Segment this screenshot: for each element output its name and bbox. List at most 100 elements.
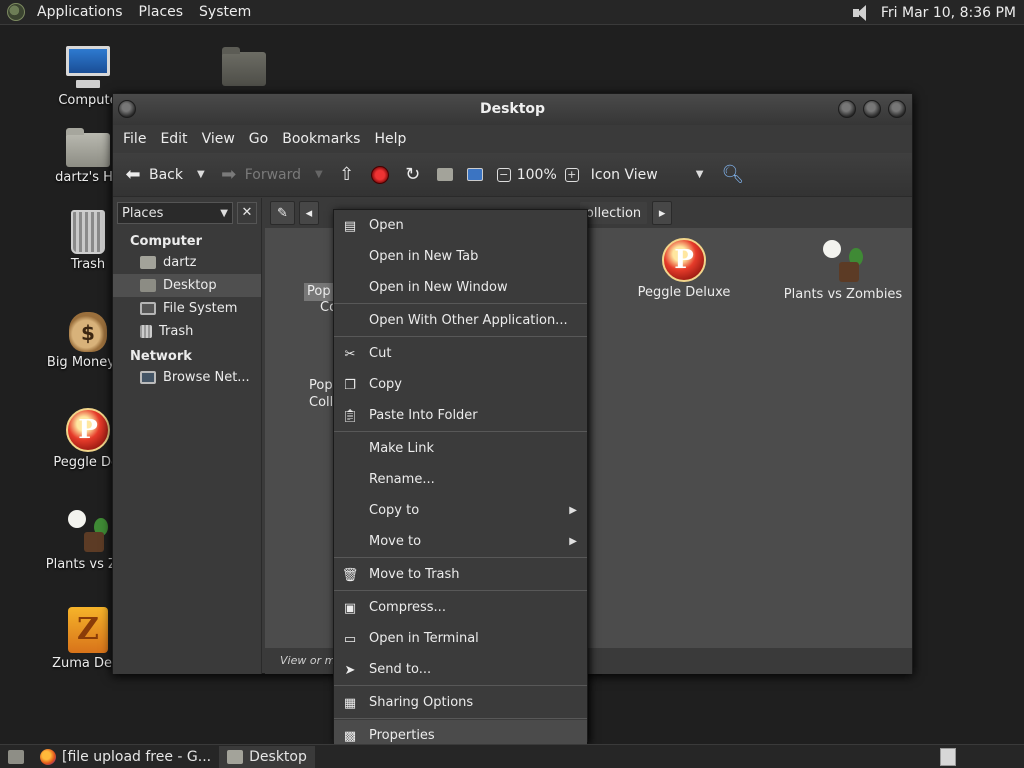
sidebar-item-trash[interactable]: Trash — [113, 320, 261, 343]
file-item-label: Peggle Deluxe — [637, 285, 731, 300]
menu-item-rename[interactable]: Rename... — [334, 464, 587, 495]
sidebar-item-dartz[interactable]: dartz — [113, 251, 261, 274]
sidebar-item-label: File System — [163, 301, 238, 316]
scissors-icon: ✂ — [344, 346, 356, 362]
menu-item-open[interactable]: ▤ Open — [334, 210, 587, 241]
stop-icon — [370, 165, 389, 184]
forward-label: Forward — [244, 166, 302, 183]
distro-logo-icon[interactable] — [7, 3, 25, 21]
menu-file[interactable]: File — [116, 131, 153, 147]
taskbar-item-firefox[interactable]: [file upload free - G... — [32, 746, 219, 768]
back-history-dropdown[interactable]: ▼ — [197, 169, 205, 180]
path-scroll-left-button[interactable]: ◂ — [298, 201, 319, 225]
file-item-peggle[interactable]: P Peggle Deluxe — [604, 238, 764, 300]
back-button[interactable]: ⬅ Back — [123, 165, 183, 184]
sidebar-item-desktop[interactable]: Desktop — [113, 274, 261, 297]
reload-button[interactable]: ↻ — [403, 165, 423, 184]
menu-system[interactable]: System — [191, 4, 259, 20]
view-mode-label: Icon View — [590, 166, 658, 183]
folder-icon — [227, 749, 244, 764]
show-desktop-icon — [8, 749, 24, 764]
volume-icon[interactable] — [851, 4, 873, 22]
sidebar-item-file-system[interactable]: File System — [113, 297, 261, 320]
taskbar-item-desktop[interactable]: Desktop — [219, 745, 315, 768]
menu-go[interactable]: Go — [242, 131, 275, 147]
menu-item-move-to[interactable]: Move to ▶ — [334, 526, 587, 557]
menu-item-send-to[interactable]: ➤ Send to... — [334, 654, 587, 685]
menu-item-move-to-trash[interactable]: 🗑︎ Move to Trash — [334, 559, 587, 590]
menu-help[interactable]: Help — [367, 131, 413, 147]
menu-separator — [334, 590, 587, 591]
zoom-out-icon: − — [496, 167, 511, 182]
submenu-arrow-icon: ▶ — [569, 505, 577, 516]
menu-item-open-with-other-application[interactable]: Open With Other Application... — [334, 305, 587, 336]
trash-applet-icon[interactable] — [940, 748, 956, 766]
file-label-partial[interactable]: Pop — [309, 378, 333, 394]
forward-button[interactable]: ➡ Forward — [219, 165, 302, 184]
menu-item-open-in-new-window[interactable]: Open in New Window — [334, 272, 587, 303]
menu-separator — [334, 557, 587, 558]
taskbar-item-label: [file upload free - G... — [62, 748, 212, 765]
menu-item-paste-into-folder[interactable]: 📋︎ Paste Into Folder — [334, 400, 587, 431]
network-icon — [140, 371, 156, 384]
menu-item-copy[interactable]: ❐ Copy — [334, 369, 587, 400]
minimize-button[interactable] — [838, 100, 856, 118]
toolbar: ⬅ Back ▼ ➡ Forward ▼ ⇧ ↻ − 100% + Icon V… — [113, 153, 912, 197]
clock[interactable]: Fri Mar 10, 8:36 PM — [881, 5, 1016, 21]
path-crumb-collection[interactable]: ollection — [578, 201, 649, 225]
home-button[interactable] — [436, 168, 453, 181]
maximize-button[interactable] — [863, 100, 881, 118]
file-item-plants-vs-zombies[interactable]: Plants vs Zombies — [763, 238, 923, 302]
menu-item-open-in-new-tab[interactable]: Open in New Tab — [334, 241, 587, 272]
menu-item-label: Open in New Window — [369, 280, 508, 295]
search-button[interactable]: 🔍︎ — [721, 165, 744, 184]
sidebar-item-browse-network[interactable]: Browse Net... — [113, 366, 261, 389]
window-titlebar[interactable]: Desktop — [113, 94, 912, 125]
sidebar-header: Places ▼ ✕ — [113, 198, 261, 228]
sharing-icon: ▦ — [343, 695, 357, 711]
peggle-icon: P — [662, 238, 706, 282]
menu-item-compress[interactable]: ▣ Compress... — [334, 592, 587, 623]
file-label-partial[interactable]: Coll — [309, 395, 333, 411]
window-menu-button[interactable] — [118, 100, 136, 118]
menu-item-label: Make Link — [369, 441, 434, 456]
view-mode-dropdown[interactable]: ▼ — [696, 169, 704, 180]
menu-item-copy-to[interactable]: Copy to ▶ — [334, 495, 587, 526]
chevron-down-icon: ▼ — [220, 207, 228, 219]
sidebar-type-select[interactable]: Places ▼ — [117, 202, 233, 224]
zoom-in-button[interactable]: + — [564, 167, 579, 182]
path-scroll-right-button[interactable]: ▸ — [652, 201, 673, 225]
computer-button[interactable] — [466, 168, 483, 181]
forward-history-dropdown[interactable]: ▼ — [315, 169, 323, 180]
menu-item-label: Copy — [369, 377, 402, 392]
chevron-down-icon: ▼ — [315, 169, 323, 180]
up-button[interactable]: ⇧ — [337, 165, 357, 184]
menu-bookmarks[interactable]: Bookmarks — [275, 131, 367, 147]
menu-item-open-in-terminal[interactable]: ▭ Open in Terminal — [334, 623, 587, 654]
plants-vs-zombies-icon — [66, 508, 110, 554]
sidebar-close-button[interactable]: ✕ — [237, 202, 257, 224]
menu-places[interactable]: Places — [131, 4, 192, 20]
menu-item-make-link[interactable]: Make Link — [334, 433, 587, 464]
show-desktop-button[interactable] — [0, 746, 32, 768]
menu-separator — [334, 718, 587, 719]
edit-location-button[interactable]: ✎ — [270, 201, 295, 225]
filesystem-icon — [140, 302, 156, 315]
window-title: Desktop — [479, 101, 546, 117]
properties-icon: ▩ — [343, 728, 357, 744]
close-button[interactable] — [888, 100, 906, 118]
file-label-partial[interactable]: Pop — [304, 283, 334, 301]
zuma-icon: Z — [68, 607, 108, 653]
menu-item-cut[interactable]: ✂ Cut — [334, 338, 587, 369]
open-icon: ▤ — [343, 218, 357, 234]
view-mode-select[interactable]: Icon View — [591, 167, 658, 183]
desktop-icon-folder[interactable] — [189, 47, 299, 89]
menu-view[interactable]: View — [195, 131, 242, 147]
menu-edit[interactable]: Edit — [153, 131, 194, 147]
menu-applications[interactable]: Applications — [29, 4, 131, 20]
zoom-level[interactable]: 100% — [517, 167, 557, 183]
menu-item-sharing-options[interactable]: ▦ Sharing Options — [334, 687, 587, 718]
stop-button[interactable] — [370, 165, 389, 184]
zoom-out-button[interactable]: − — [496, 167, 511, 182]
menu-item-label: Sharing Options — [369, 695, 474, 710]
